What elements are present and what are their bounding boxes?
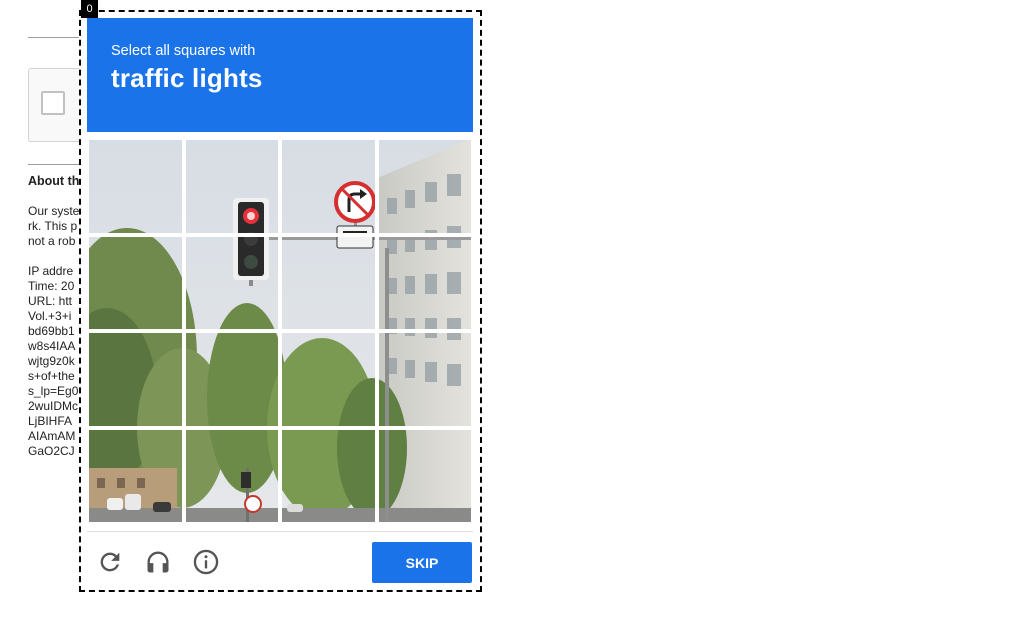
skip-button[interactable]: SKIP [372, 542, 472, 583]
not-robot-checkbox[interactable] [41, 91, 65, 115]
grid-tile[interactable] [376, 234, 473, 331]
grid-tile[interactable] [280, 138, 377, 235]
challenge-header: Select all squares with traffic lights [87, 18, 473, 132]
about-text-line: 2wuIDMc [28, 399, 79, 413]
about-text-line: s_lp=Eg0 [28, 384, 79, 398]
grid-tile[interactable] [376, 138, 473, 235]
about-text-line: LjBIHFA [28, 414, 73, 428]
grid-tile[interactable] [376, 331, 473, 428]
grid-tile[interactable] [280, 331, 377, 428]
grid-tile[interactable] [280, 234, 377, 331]
about-text-line: rk. This p [28, 219, 78, 233]
grid-tile[interactable] [183, 427, 280, 524]
grid-tile[interactable] [87, 331, 184, 428]
grid-tile[interactable] [183, 138, 280, 235]
footer-divider [87, 531, 473, 532]
about-text-line: URL: htt [28, 294, 73, 308]
headphones-icon [147, 551, 169, 573]
grid-tile[interactable] [87, 234, 184, 331]
grid-tile[interactable] [183, 234, 280, 331]
image-grid [87, 138, 473, 524]
info-icon [193, 549, 219, 575]
reload-button[interactable] [94, 546, 126, 578]
reload-icon [100, 552, 120, 572]
about-text-line: AIAmAM [28, 429, 76, 443]
audio-challenge-button[interactable] [142, 546, 174, 578]
challenge-instruction: Select all squares with [111, 43, 256, 59]
about-text-line: not a rob [28, 234, 76, 248]
grid-tile[interactable] [87, 138, 184, 235]
about-text-line: Time: 20 [28, 279, 75, 293]
about-text-line: Vol.+3+i [28, 309, 72, 323]
grid-tile[interactable] [183, 331, 280, 428]
about-text-line: IP addre [28, 264, 74, 278]
about-text-line: s+of+the [28, 369, 75, 383]
help-button[interactable] [190, 546, 222, 578]
tile-grid [87, 138, 473, 524]
about-text-line: w8s4IAA [28, 339, 76, 353]
about-text-line: GaO2CJ [28, 444, 75, 458]
challenge-target: traffic lights [111, 63, 263, 93]
about-text-line: bd69bb1 [28, 324, 75, 338]
grid-tile[interactable] [87, 427, 184, 524]
about-text-line: wjtg9z0k [28, 354, 75, 368]
frame-index-badge: 0 [81, 0, 98, 18]
about-heading: About th [28, 174, 80, 188]
about-text-line: Our syste [28, 204, 80, 218]
grid-tile[interactable] [280, 427, 377, 524]
grid-tile[interactable] [376, 427, 473, 524]
